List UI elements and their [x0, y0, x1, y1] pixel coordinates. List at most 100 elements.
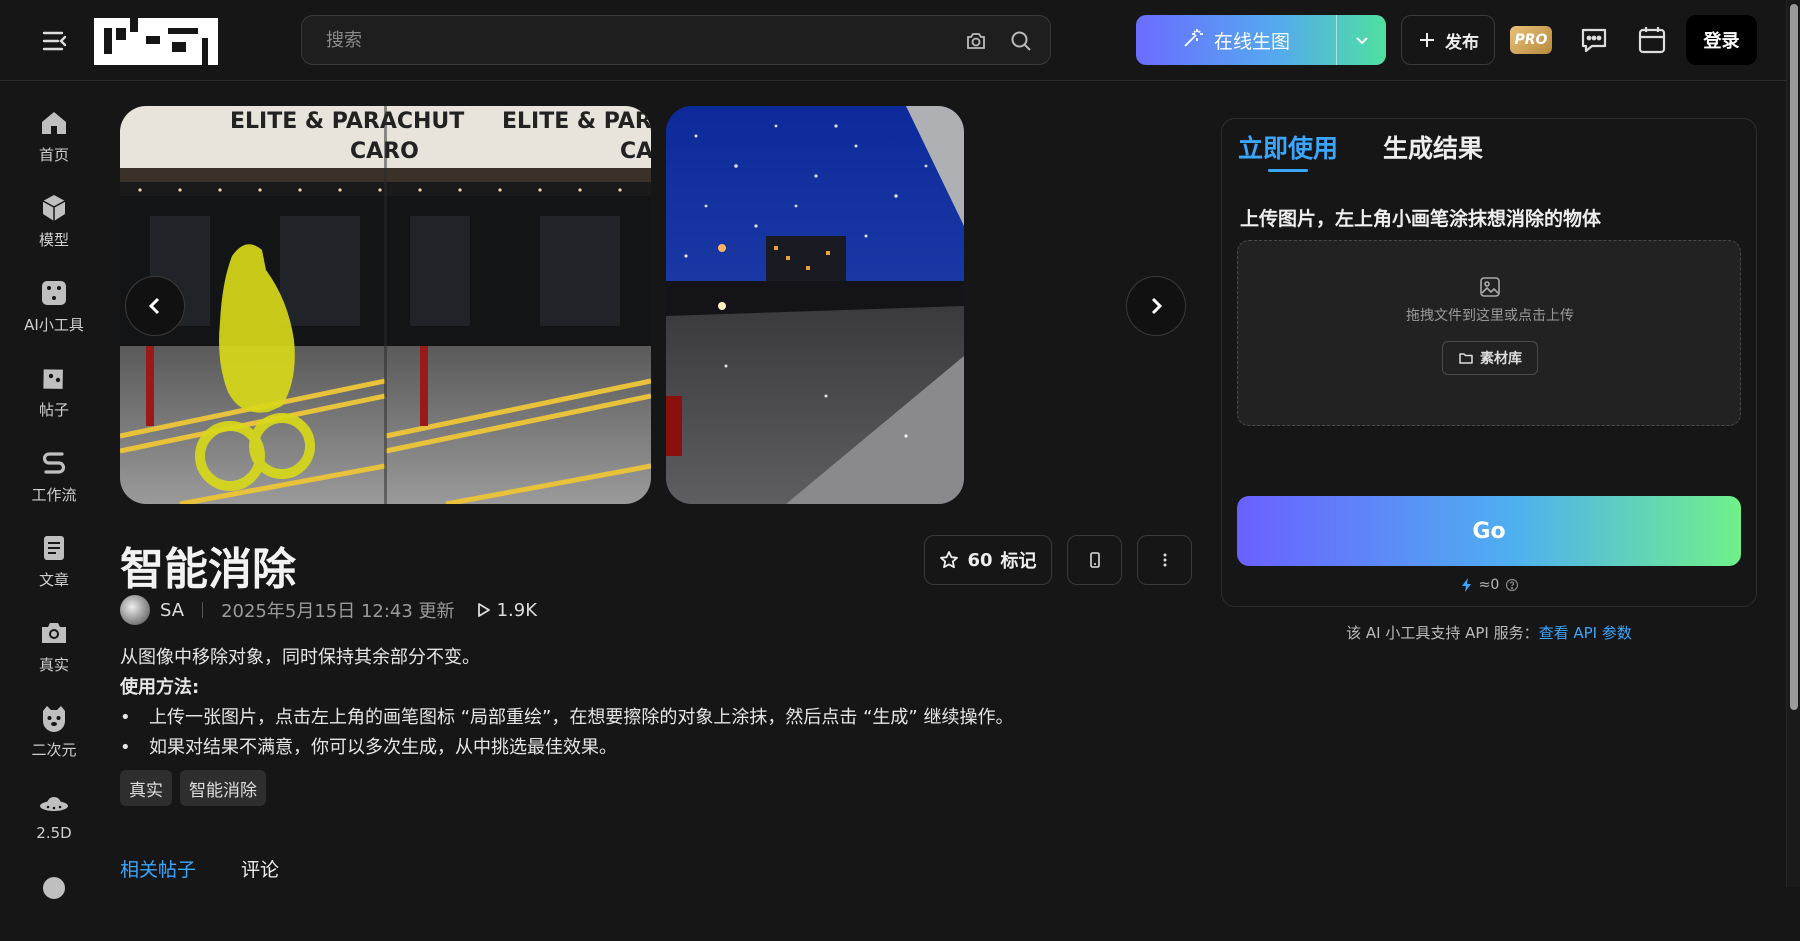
- online-generate-label: 在线生图: [1213, 30, 1290, 53]
- camera-icon: [42, 623, 66, 643]
- chevron-down-icon: [1355, 37, 1368, 45]
- tab-results[interactable]: 生成结果: [1383, 129, 1483, 165]
- sidebar-item-label: 二次元: [31, 741, 77, 759]
- cost-value: ≈0: [1478, 577, 1500, 593]
- cube-icon: [42, 195, 66, 221]
- generate-dropdown-button[interactable]: [1337, 15, 1386, 65]
- plus-icon: [1420, 33, 1434, 47]
- sidebar-item-label: AI小工具: [24, 316, 84, 334]
- list-item: 如果对结果不满意，你可以多次生成，从中挑选最佳效果。: [120, 733, 1120, 763]
- calendar-icon[interactable]: [1636, 24, 1668, 56]
- avatar[interactable]: [120, 595, 150, 625]
- tag-smart-erase[interactable]: 智能消除: [180, 770, 266, 806]
- online-generate-main[interactable]: 在线生图: [1136, 15, 1336, 65]
- sidebar-item-label: 帖子: [38, 401, 69, 419]
- sidebar-item-ai-tools[interactable]: AI小工具: [0, 276, 108, 346]
- api-params-link[interactable]: 查看 API 参数: [1539, 624, 1632, 642]
- sidebar-item-articles[interactable]: 文章: [0, 531, 108, 601]
- active-tab-indicator: [1268, 169, 1308, 172]
- favorite-label: 标记: [1000, 551, 1037, 572]
- sidebar-item-label: 真实: [38, 656, 69, 674]
- home-icon: [42, 112, 66, 134]
- author-name[interactable]: SA: [160, 600, 184, 621]
- image-gallery: ELITE & PARACHUT ELITE & PARACHUT CARO C…: [120, 106, 1190, 506]
- menu-toggle-icon[interactable]: [40, 26, 70, 56]
- sidebar-item-label: 工作流: [31, 486, 77, 504]
- example-image-night-street[interactable]: [666, 106, 964, 504]
- workflow-icon: [42, 452, 66, 474]
- material-library-button[interactable]: 素材库: [1442, 341, 1538, 375]
- site-logo[interactable]: [94, 14, 218, 65]
- help-icon: [1506, 578, 1519, 592]
- api-text: 该 AI 小工具支持 API 服务：: [1346, 624, 1539, 642]
- search-box[interactable]: [301, 15, 1051, 65]
- sidebar-item-label: 2.5D: [36, 824, 72, 842]
- ufo-icon: [40, 797, 68, 811]
- sidebar-item-posts[interactable]: 帖子: [0, 361, 108, 431]
- post-icon: [43, 369, 63, 389]
- mobile-view-button[interactable]: [1067, 535, 1122, 585]
- tag-realistic[interactable]: 真实: [120, 770, 172, 806]
- pro-badge[interactable]: PRO: [1510, 26, 1552, 54]
- material-library-label: 素材库: [1480, 351, 1522, 367]
- tab-related-posts[interactable]: 相关帖子: [120, 855, 196, 882]
- description-text: 从图像中移除对象，同时保持其余部分不变。: [120, 647, 480, 668]
- tool-panel: 立即使用 生成结果 上传图片，左上角小画笔涂抹想消除的物体 拖拽文件到这里或点击…: [1221, 118, 1757, 607]
- svg-text:CAR: CAR: [620, 139, 651, 164]
- sidebar-item-label: 首页: [38, 146, 69, 164]
- star-icon: [940, 551, 959, 569]
- sidebar: 首页 模型 AI小工具 帖子 工作流 文章 真实 二次元 2.5D: [0, 82, 108, 899]
- sidebar-item-models[interactable]: 模型: [0, 191, 108, 261]
- publish-button[interactable]: 发布: [1401, 15, 1495, 65]
- search-input[interactable]: [326, 16, 926, 64]
- more-vertical-icon: [1163, 553, 1166, 567]
- svg-text:ELITE & PARACHUT: ELITE & PARACHUT: [230, 109, 464, 134]
- search-icon[interactable]: [1009, 29, 1033, 53]
- tab-use-now[interactable]: 立即使用: [1238, 129, 1338, 165]
- anime-icon: [43, 706, 65, 732]
- scrollbar-thumb[interactable]: [1790, 4, 1798, 710]
- chevron-left-icon: [148, 297, 160, 315]
- article-icon: [44, 536, 64, 560]
- image-search-icon[interactable]: [964, 29, 988, 53]
- page-title: 智能消除: [120, 544, 296, 595]
- gallery-prev-button[interactable]: [125, 276, 185, 336]
- sidebar-item-more[interactable]: [0, 871, 108, 941]
- view-count-value: 1.9K: [496, 599, 537, 621]
- folder-icon: [1459, 353, 1473, 364]
- example-image-before-after[interactable]: ELITE & PARACHUT ELITE & PARACHUT CARO C…: [120, 106, 651, 504]
- divider: [202, 602, 204, 618]
- favorite-count: 60: [967, 549, 993, 571]
- upload-dropzone[interactable]: 拖拽文件到这里或点击上传 素材库: [1237, 240, 1741, 426]
- play-icon: [477, 603, 490, 617]
- chat-icon[interactable]: [1578, 24, 1610, 56]
- sidebar-item-realistic[interactable]: 真实: [0, 616, 108, 686]
- sidebar-item-workflow[interactable]: 工作流: [0, 446, 108, 516]
- online-generate-button[interactable]: 在线生图: [1136, 15, 1386, 65]
- partial-icon: [43, 877, 65, 899]
- svg-text:ELITE & PARACHUT: ELITE & PARACHUT: [502, 109, 651, 134]
- page-scrollbar[interactable]: [1786, 0, 1800, 887]
- image-icon: [1478, 275, 1502, 299]
- upload-hint: 拖拽文件到这里或点击上传: [1406, 308, 1574, 324]
- tab-comments[interactable]: 评论: [241, 855, 279, 882]
- sidebar-item-label: 文章: [38, 571, 69, 589]
- list-item: 上传一张图片，点击左上角的画笔图标 “局部重绘”，在想要擦除的对象上涂抹，然后点…: [120, 703, 1120, 733]
- sidebar-item-anime[interactable]: 二次元: [0, 701, 108, 771]
- gallery-next-button[interactable]: [1126, 276, 1186, 336]
- content-tabs: 相关帖子 评论: [120, 855, 279, 882]
- sidebar-item-home[interactable]: 首页: [0, 106, 108, 176]
- publish-label: 发布: [1445, 32, 1479, 53]
- top-bar: 在线生图 发布 PRO 登录: [0, 0, 1786, 81]
- go-button[interactable]: Go: [1237, 496, 1741, 566]
- favorite-button[interactable]: 60 标记: [924, 535, 1052, 585]
- upload-instruction: 上传图片，左上角小画笔涂抹想消除的物体: [1240, 208, 1602, 230]
- more-options-button[interactable]: [1137, 535, 1192, 585]
- tag-list: 真实 智能消除: [120, 770, 266, 806]
- sidebar-item-label: 模型: [38, 231, 69, 249]
- tool-description: 从图像中移除对象，同时保持其余部分不变。 使用方法: 上传一张图片，点击左上角的…: [120, 643, 1120, 763]
- sidebar-item-2-5d[interactable]: 2.5D: [0, 786, 108, 856]
- updated-date: 2025年5月15日 12:43 更新: [221, 601, 455, 622]
- magic-wand-icon: [1182, 27, 1204, 54]
- login-button[interactable]: 登录: [1686, 15, 1757, 65]
